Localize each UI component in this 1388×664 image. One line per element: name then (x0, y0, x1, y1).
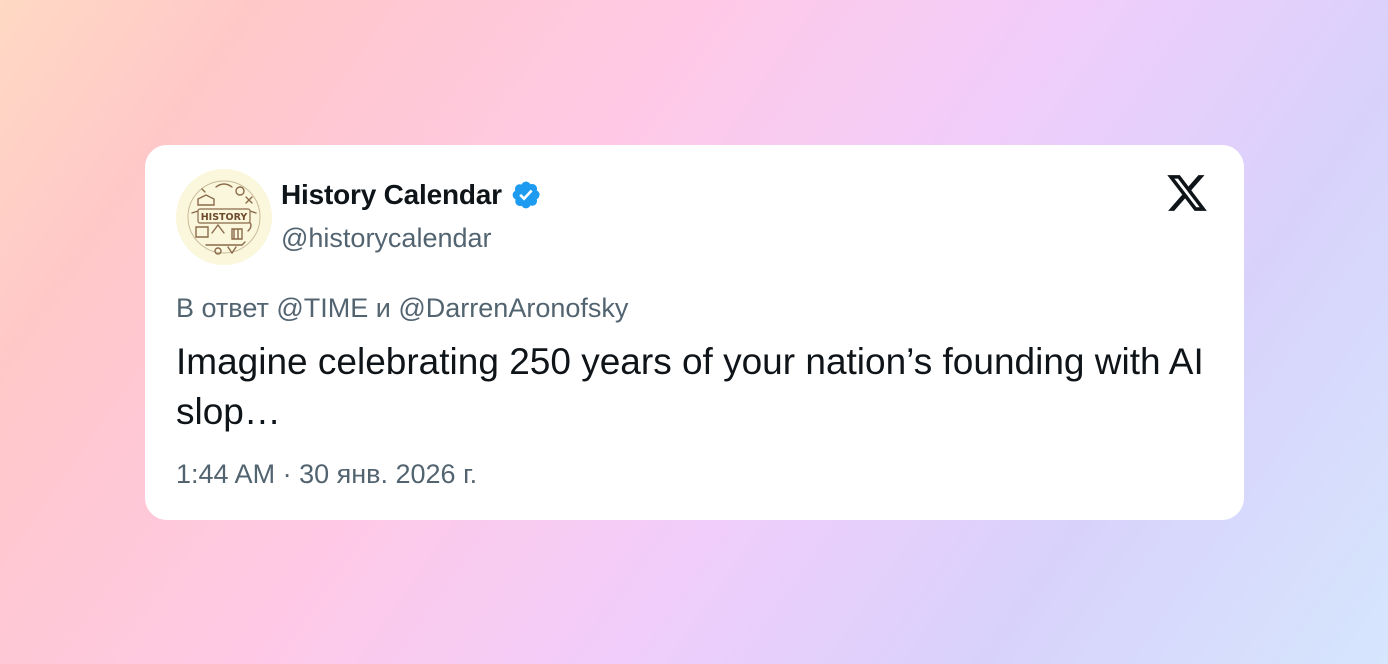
reply-context: В ответ @TIME и @DarrenAronofsky (176, 291, 628, 325)
display-name[interactable]: History Calendar (281, 179, 502, 211)
verified-badge-icon (512, 181, 540, 209)
mention-link-aronofsky[interactable]: @DarrenAronofsky (398, 293, 628, 323)
tweet-card: HISTORY History Calendar @historycalenda… (145, 145, 1244, 520)
mention-link-time[interactable]: @TIME (276, 293, 368, 323)
name-row: History Calendar (281, 175, 542, 215)
reply-conjunction: и (375, 293, 391, 323)
tweet-date: 30 янв. 2026 г. (299, 459, 478, 489)
tweet-time: 1:44 AM (176, 459, 276, 489)
x-logo-icon[interactable] (1164, 171, 1210, 215)
avatar-label: HISTORY (201, 212, 248, 223)
history-avatar-icon: HISTORY (176, 169, 272, 265)
reply-prefix: В ответ (176, 293, 269, 323)
tweet-text: Imagine celebrating 250 years of your na… (176, 341, 1204, 432)
avatar[interactable]: HISTORY (176, 169, 272, 265)
timestamp-separator: · (282, 459, 292, 489)
user-handle[interactable]: @historycalendar (281, 221, 492, 255)
tweet-timestamp[interactable]: 1:44 AM · 30 янв. 2026 г. (176, 457, 477, 491)
